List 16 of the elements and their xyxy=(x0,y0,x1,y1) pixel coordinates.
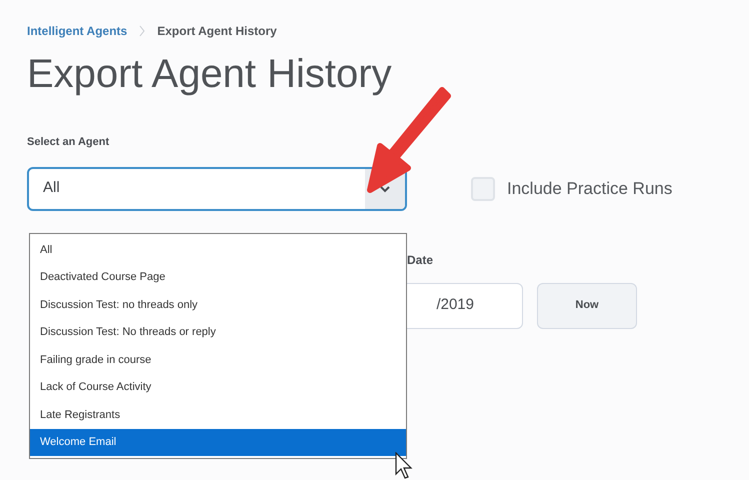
now-button[interactable]: Now xyxy=(537,282,637,328)
checkbox-label: Include Practice Runs xyxy=(507,178,672,200)
page-title: Export Agent History xyxy=(27,51,392,98)
chevron-icon xyxy=(139,25,146,37)
checkbox[interactable] xyxy=(471,176,495,200)
dropdown-option[interactable]: Failing grade in course xyxy=(30,346,406,374)
agent-select[interactable]: All xyxy=(27,166,407,210)
dropdown-option[interactable]: Lack of Course Activity xyxy=(30,374,406,401)
breadcrumb-current: Export Agent History xyxy=(157,23,277,40)
dropdown-option[interactable]: Late Registrants xyxy=(30,401,406,428)
field-label: Select an Agent xyxy=(27,135,110,150)
chevron-down-icon xyxy=(379,184,391,192)
field-label: Date xyxy=(407,252,434,268)
dropdown-option[interactable]: All xyxy=(30,236,406,264)
breadcrumb-link[interactable]: Intelligent Agents xyxy=(27,22,128,40)
dropdown-option[interactable]: Welcome Email xyxy=(30,428,406,456)
